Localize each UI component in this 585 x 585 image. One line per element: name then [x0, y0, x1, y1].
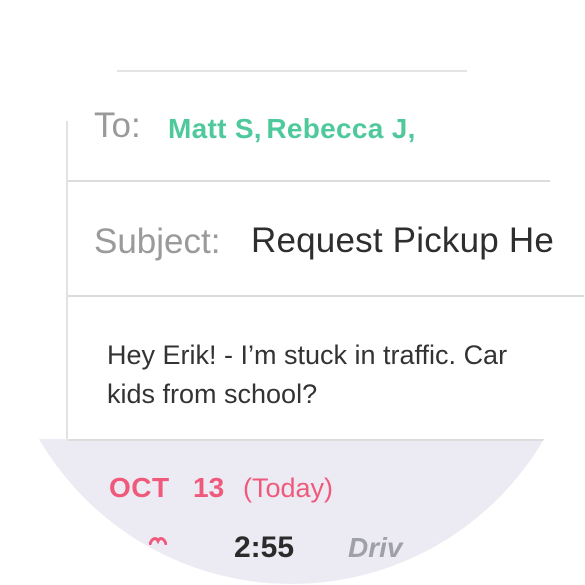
date-today-note: (Today): [243, 473, 334, 503]
pickup-time[interactable]: 2:55: [234, 531, 294, 565]
recipient-chip[interactable]: Rebecca J,: [266, 113, 415, 144]
message-body[interactable]: Hey Erik! - I’m stuck in traffic. Car ki…: [107, 336, 584, 414]
subject-field[interactable]: Request Pickup He: [251, 221, 554, 261]
heart-icon: [149, 537, 167, 545]
date-month: OCT: [109, 472, 170, 503]
recipient-chip[interactable]: Matt S,: [168, 113, 262, 144]
message-line: Hey Erik! - I’m stuck in traffic. Car: [107, 340, 508, 370]
to-label: To:: [94, 106, 141, 145]
card-left-border: [66, 121, 68, 461]
to-divider: [68, 180, 550, 182]
card-top-edge: [117, 70, 467, 72]
subject-label: Subject:: [94, 222, 221, 261]
zoom-lens: To: Matt S, Rebecca J, Subject: Request …: [0, 0, 584, 584]
travel-mode: Driv: [348, 532, 403, 563]
message-line: kids from school?: [107, 379, 318, 409]
schedule-divider: [68, 439, 584, 441]
subject-divider: [68, 295, 584, 297]
recipients-field[interactable]: Matt S, Rebecca J,: [168, 113, 416, 145]
date-day: 13: [193, 472, 225, 503]
